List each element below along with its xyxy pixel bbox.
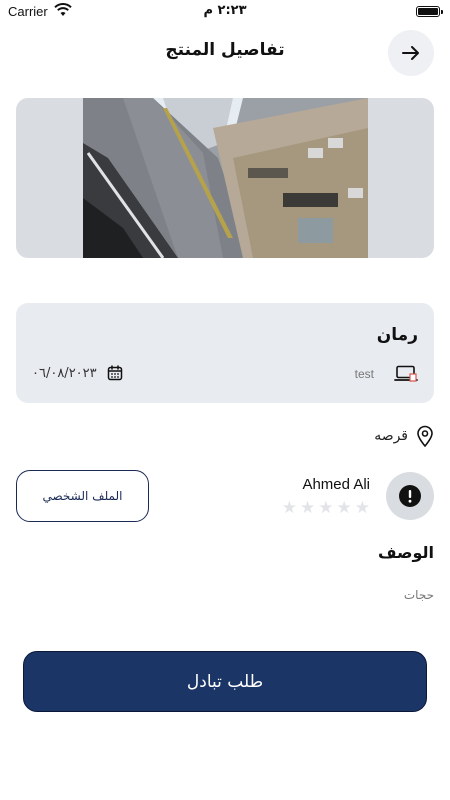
calendar-icon [107, 365, 122, 381]
location-text: قرصه [374, 428, 408, 444]
exchange-request-button[interactable]: طلب تبادل [23, 651, 427, 712]
star-icon: ★ [318, 498, 334, 518]
product-image-card[interactable] [16, 98, 434, 258]
avatar[interactable] [386, 472, 434, 520]
battery-icon [416, 6, 443, 17]
star-icon: ★ [281, 498, 297, 518]
description-text: حجات [403, 588, 434, 602]
alert-icon [399, 485, 421, 507]
arrow-right-icon [402, 46, 419, 60]
product-info-card: رمان test ٠٦/٠٨/٢٠٢٣ [16, 303, 434, 403]
star-icon: ★ [336, 498, 352, 518]
profile-button[interactable]: الملف الشخصي [16, 470, 149, 522]
star-icon: ★ [354, 498, 370, 518]
laptop-icon [394, 365, 418, 382]
status-time: ٢:٢٣ م [203, 3, 247, 18]
product-name: رمان [376, 325, 418, 345]
category-label: test [354, 367, 374, 381]
location-row: قرصه [374, 425, 434, 447]
seller-rating: ★ ★ ★ ★ ★ [282, 500, 370, 517]
category-row: test [355, 365, 418, 383]
star-icon: ★ [300, 498, 316, 518]
back-button[interactable] [388, 30, 434, 76]
seller-name: Ahmed Ali [302, 476, 370, 493]
page-title: تفاصيل المنتج [165, 40, 285, 60]
product-photo [83, 98, 368, 258]
date-row: ٠٦/٠٨/٢٠٢٣ [32, 365, 123, 381]
status-bar: Carrier ٢:٢٣ م [0, 0, 450, 24]
description-heading: الوصف [377, 543, 434, 562]
location-pin-icon [417, 425, 433, 447]
product-date: ٠٦/٠٨/٢٠٢٣ [32, 365, 97, 381]
